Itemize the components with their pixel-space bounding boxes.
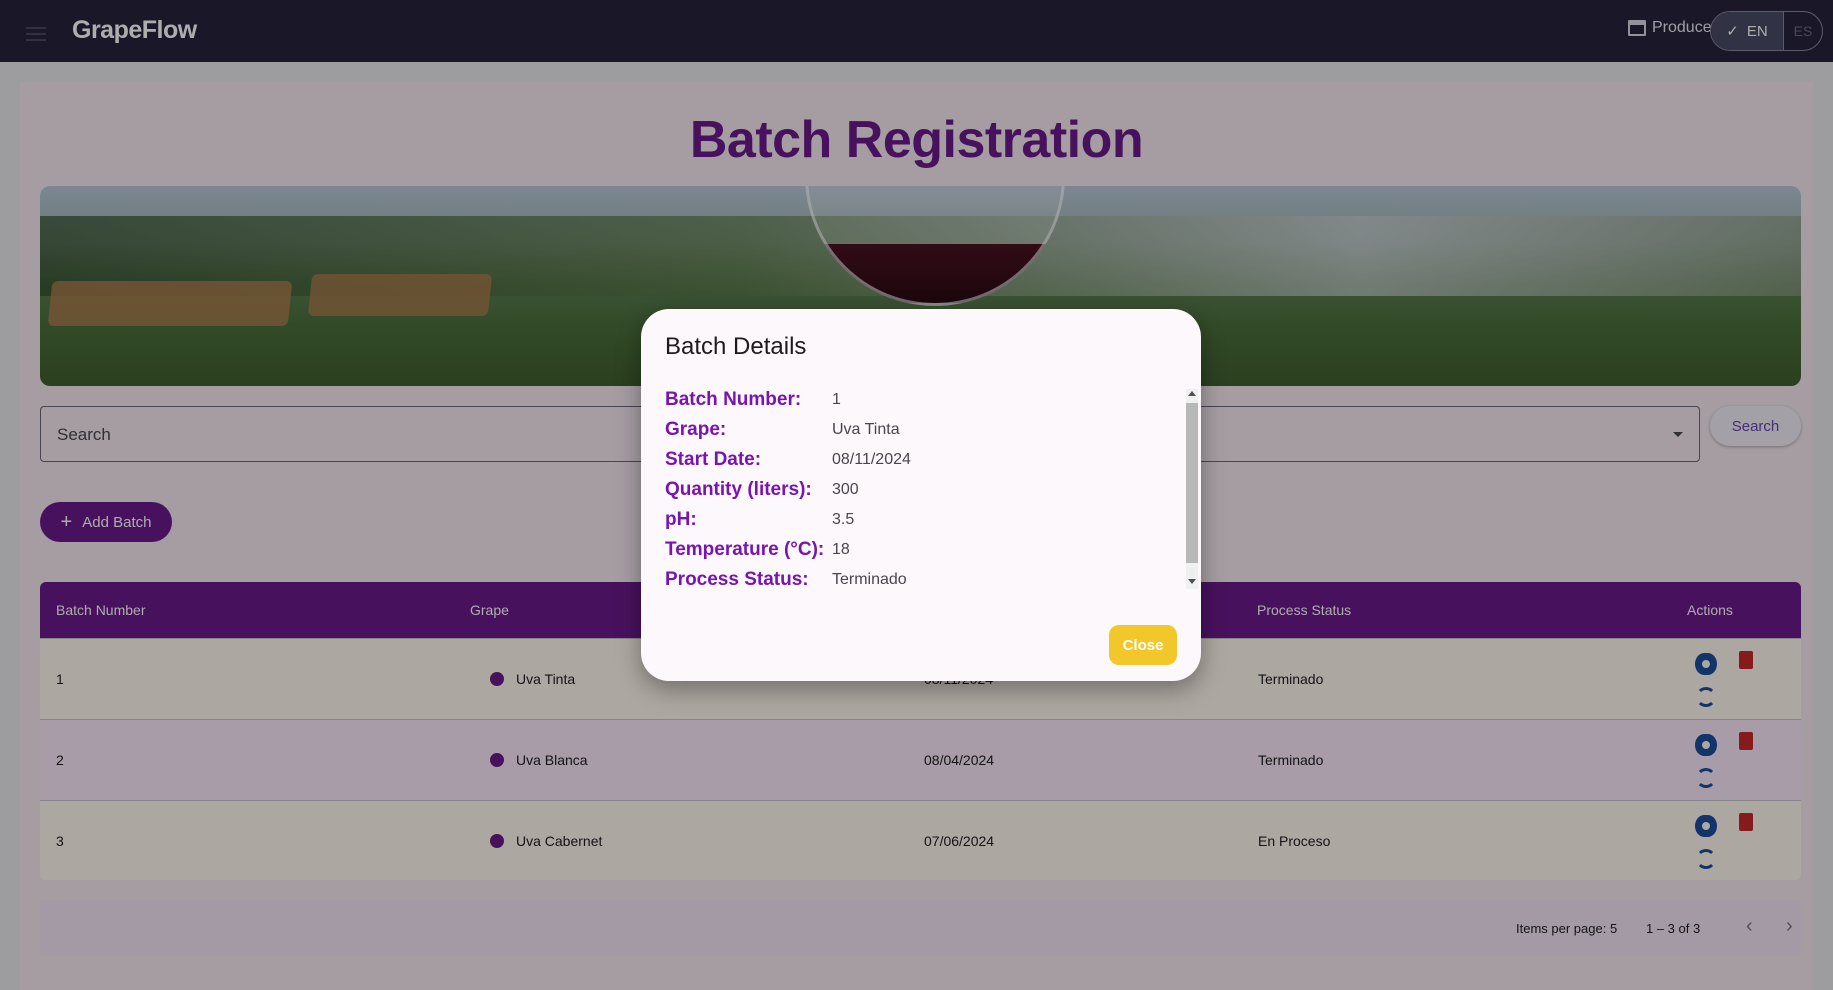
- scroll-down-icon[interactable]: [1188, 579, 1196, 584]
- detail-label: Batch Number:: [665, 389, 802, 410]
- detail-label: Process Status:: [665, 569, 809, 590]
- detail-label: Grape:: [665, 419, 727, 440]
- dialog-title: Batch Details: [665, 333, 807, 360]
- detail-value: 3.5: [832, 511, 855, 528]
- detail-value: 1: [832, 391, 841, 408]
- detail-value: Uva Tinta: [832, 421, 900, 438]
- dialog-scrollbar[interactable]: [1186, 389, 1198, 589]
- scroll-up-icon[interactable]: [1188, 391, 1196, 396]
- detail-value: 08/11/2024: [832, 451, 911, 468]
- detail-value: Terminado: [832, 571, 907, 588]
- close-button[interactable]: Close: [1109, 625, 1177, 665]
- detail-label: Quantity (liters):: [665, 479, 812, 500]
- detail-value: 300: [832, 481, 859, 498]
- dialog-content: Batch Number: 1 Grape: Uva Tinta Start D…: [665, 389, 1185, 590]
- scroll-thumb[interactable]: [1186, 403, 1198, 563]
- detail-label: pH:: [665, 509, 697, 530]
- batch-details-dialog: Batch Details Batch Number: 1 Grape: Uva…: [641, 309, 1201, 681]
- detail-label: Temperature (°C):: [665, 539, 825, 560]
- detail-label: Start Date:: [665, 449, 762, 470]
- detail-value: 18: [832, 541, 850, 558]
